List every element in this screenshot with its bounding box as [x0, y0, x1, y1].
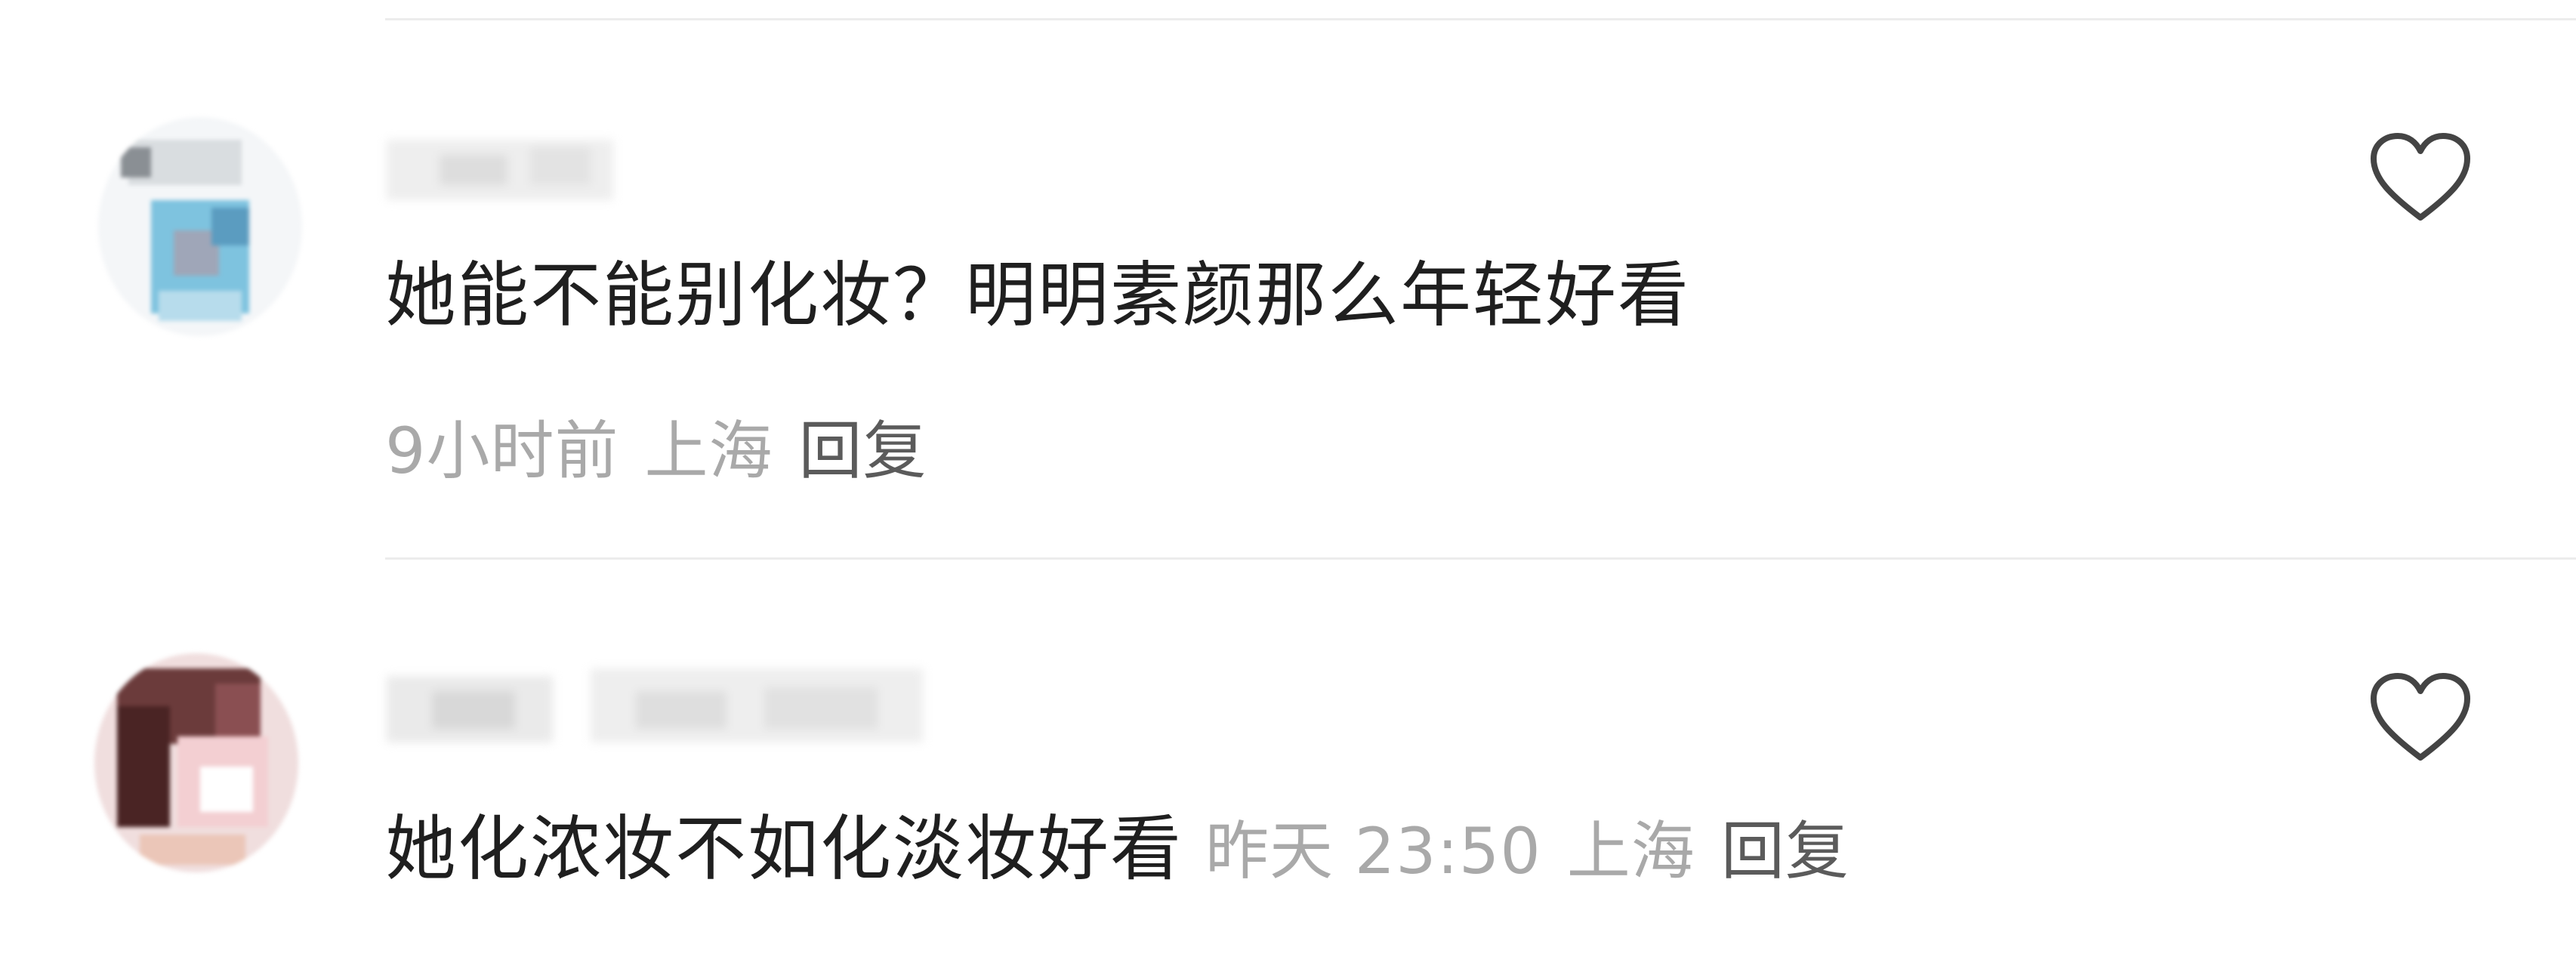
avatar[interactable] [94, 653, 298, 872]
comment-text: 她能不能别化妆？明明素颜那么年轻好看 [385, 255, 1691, 337]
comment-item: 她化浓妆不如化淡妆好看 昨天 23:50 上海 回复 [0, 653, 2576, 966]
comment-location: 上海 [644, 414, 773, 488]
comment-location: 上海 [1566, 814, 1695, 888]
avatar[interactable] [98, 117, 302, 336]
like-button[interactable] [2368, 668, 2473, 767]
comment-time: 9小时前 [385, 414, 619, 488]
comment-divider [385, 557, 2576, 560]
username-blurred[interactable] [387, 125, 621, 206]
comment-text-line: 她能不能别化妆？明明素颜那么年轻好看 [385, 257, 1690, 335]
comment-meta: 9小时前 上海 回复 [385, 400, 927, 492]
comment-text-line: 她化浓妆不如化淡妆好看 昨天 23:50 上海 回复 [385, 801, 1849, 892]
reply-button[interactable]: 回复 [798, 400, 927, 492]
comment-divider [385, 18, 2576, 20]
comment-time: 昨天 23:50 [1205, 814, 1541, 888]
username-blurred[interactable] [387, 661, 946, 742]
comment-text: 她化浓妆不如化淡妆好看 [385, 808, 1183, 890]
reply-button[interactable]: 回复 [1721, 801, 1849, 892]
comment-item: 她能不能别化妆？明明素颜那么年轻好看 9小时前 上海 回复 [0, 113, 2576, 536]
like-button[interactable] [2368, 128, 2473, 227]
heart-outline-icon [2371, 133, 2470, 221]
heart-outline-icon [2371, 673, 2470, 761]
